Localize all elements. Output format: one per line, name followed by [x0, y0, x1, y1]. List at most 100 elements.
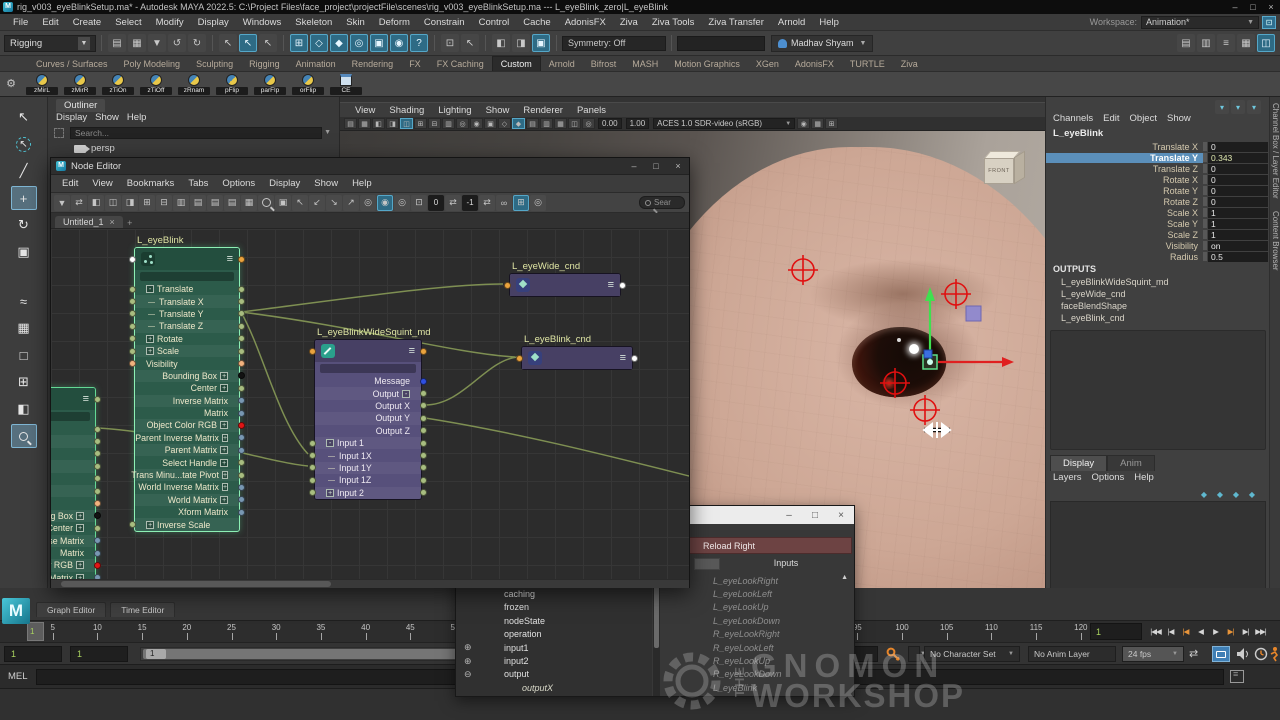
channel-rotate-z[interactable]: Rotate Z0 [1046, 196, 1268, 207]
ce-target-r-eyelookleft[interactable]: R_eyeLookLeft [701, 641, 841, 654]
outliner-menu-help[interactable]: Help [127, 112, 155, 123]
move-tool[interactable]: + [11, 186, 37, 210]
port-output[interactable] [238, 256, 245, 263]
attr-rotate[interactable]: +Rotate [135, 333, 239, 345]
node-menu-icon[interactable]: ≡ [608, 280, 614, 290]
attr-visibility[interactable]: Visibility [135, 357, 239, 369]
port-output[interactable] [94, 426, 101, 433]
ce-target-l-eyelookleft[interactable]: L_eyeLookLeft [701, 587, 841, 600]
outliner-tab[interactable]: Outliner [56, 99, 105, 112]
ce-target-l-eyelookup[interactable]: L_eyeLookUp [701, 601, 841, 614]
viewport-icon-13[interactable]: ▤ [526, 118, 539, 129]
ne-menu-show[interactable]: Show [307, 178, 345, 189]
add-tab-button[interactable]: + [123, 218, 137, 228]
node-l-eyeblink[interactable]: L_eyeBlink≡-TranslateTranslate XTranslat… [134, 247, 240, 532]
ce-scroll-up-icon[interactable]: ▲ [841, 574, 848, 581]
attr-parent-inverse-matrix[interactable]: Parent Inverse Matrix+ [135, 432, 239, 444]
channel-slider-nub[interactable] [1203, 197, 1207, 206]
port-output[interactable] [238, 496, 245, 503]
port-output[interactable] [238, 397, 245, 404]
attr-translate-y[interactable]: Translate Y [135, 308, 239, 320]
viewport-right-icon-2[interactable]: ⊞ [825, 118, 838, 129]
align-right-icon[interactable]: ▤ [224, 195, 240, 211]
menu-set-select[interactable]: Rigging▼ [4, 35, 96, 52]
port-input[interactable] [129, 335, 136, 342]
port-output[interactable] [238, 286, 245, 293]
node-offscreen-transform[interactable]: ≡-TranslateTranslate XTranslate YTransla… [51, 387, 96, 579]
attr-bounding-box[interactable]: Bounding Box+ [135, 370, 239, 382]
node-menu-icon[interactable]: ≡ [620, 353, 626, 363]
empty-layer-icon[interactable]: ◆ [1229, 487, 1243, 501]
port-output[interactable] [420, 427, 427, 434]
step-forward-key-button[interactable]: ▶| [1223, 623, 1238, 640]
outliner-menu-show[interactable]: Show [95, 112, 127, 123]
quick-selection-field[interactable] [677, 36, 765, 51]
port-output[interactable] [420, 440, 427, 447]
attr-select-handle[interactable]: Select Handle+ [135, 456, 239, 468]
port-output[interactable] [238, 459, 245, 466]
port-output[interactable] [94, 450, 101, 457]
port-output[interactable] [238, 472, 245, 479]
attr-xform-matrix[interactable]: Xform Matrix [135, 506, 239, 518]
shelf-item-orflip[interactable]: orFlip [290, 74, 326, 95]
channel-value-field[interactable]: 0 [1208, 142, 1268, 152]
shelf-item-ztion[interactable]: zTiOn [100, 74, 136, 95]
node-editor-hscrollbar[interactable] [51, 579, 689, 588]
port-output[interactable] [94, 463, 101, 470]
shelf-gear-icon[interactable]: ⚙ [4, 77, 18, 91]
render-settings-icon[interactable]: ▣ [532, 34, 550, 52]
node-rename-field[interactable] [315, 362, 421, 375]
gizmo-front-face[interactable]: FRONT [984, 158, 1014, 184]
spline-tool[interactable]: ≈ [11, 289, 37, 313]
shelf-tab-fx-caching[interactable]: FX Caching [429, 57, 492, 71]
play-forwards-button[interactable]: ▶ [1208, 623, 1223, 640]
infinity-icon[interactable]: ∞ [496, 195, 512, 211]
viewport-icon-14[interactable]: ▥ [540, 118, 553, 129]
attr-parent-matrix[interactable]: Parent Matrix+ [135, 444, 239, 456]
menu-modify[interactable]: Modify [149, 17, 191, 28]
port-output[interactable] [238, 434, 245, 441]
channel-slider-nub[interactable] [1203, 252, 1207, 261]
menu-windows[interactable]: Windows [236, 17, 289, 28]
port-output[interactable] [238, 410, 245, 417]
step-back-frame-button[interactable]: |◀ [1163, 623, 1178, 640]
ce-attr-caching[interactable]: caching [456, 587, 652, 600]
channel-radius[interactable]: Radius0.5 [1046, 251, 1268, 262]
bottom-tab-time-editor[interactable]: Time Editor [110, 602, 175, 617]
viewport-menu-view[interactable]: View [348, 105, 382, 116]
port-output[interactable] [94, 512, 101, 519]
channel-box-menu-show[interactable]: Show [1167, 113, 1201, 124]
snap-curve-icon[interactable]: ◇ [310, 34, 328, 52]
tool-settings-icon[interactable]: ▦ [1237, 34, 1255, 52]
current-time-field[interactable]: 1 [1090, 623, 1142, 640]
menu-skeleton[interactable]: Skeleton [288, 17, 339, 28]
ne-menu-edit[interactable]: Edit [55, 178, 85, 189]
attr-scale[interactable]: +Scale [135, 345, 239, 357]
shelf-tab-xgen[interactable]: XGen [748, 57, 787, 71]
port-input[interactable] [516, 355, 523, 362]
playback-start-field[interactable]: 1 [70, 646, 128, 662]
channel-value-field[interactable]: 0.343 [1208, 153, 1268, 163]
port-input[interactable] [309, 464, 316, 471]
attr-visibility[interactable]: Visibility [51, 497, 95, 509]
input-output-connections-icon[interactable]: ◫ [105, 195, 121, 211]
attr-trans-minu-tate-pivot[interactable]: Trans Minu...tate Pivot+ [135, 469, 239, 481]
viewport-icon-5[interactable]: ⊞ [414, 118, 427, 129]
port-output[interactable] [619, 282, 626, 289]
node-l-eyeblinkwidesquint-md[interactable]: L_eyeBlinkWideSquint_md≡MessageOutput-Ou… [314, 339, 422, 500]
expand-toggle-icon[interactable]: + [146, 335, 154, 343]
viewport-right-icon-1[interactable]: ▦ [811, 118, 824, 129]
paint-select-tool[interactable]: ╱ [11, 159, 37, 183]
shelf-tab-ziva[interactable]: Ziva [893, 57, 926, 71]
expand-toggle-icon[interactable]: + [220, 421, 228, 429]
channel-slider-nub[interactable] [1203, 219, 1207, 228]
current-frame-marker[interactable]: 1 [27, 622, 44, 641]
speaker-icon[interactable] [1236, 647, 1250, 661]
expand-toggle-icon[interactable]: + [222, 471, 228, 479]
expand-toggle-icon[interactable]: + [146, 347, 154, 355]
expand-toggle-icon[interactable]: + [220, 372, 228, 380]
zoom-tool[interactable] [11, 424, 37, 448]
attr-world-inverse-matrix[interactable]: World Inverse Matrix+ [135, 481, 239, 493]
port-output[interactable] [94, 488, 101, 495]
scale-tool[interactable]: ▣ [11, 240, 37, 264]
